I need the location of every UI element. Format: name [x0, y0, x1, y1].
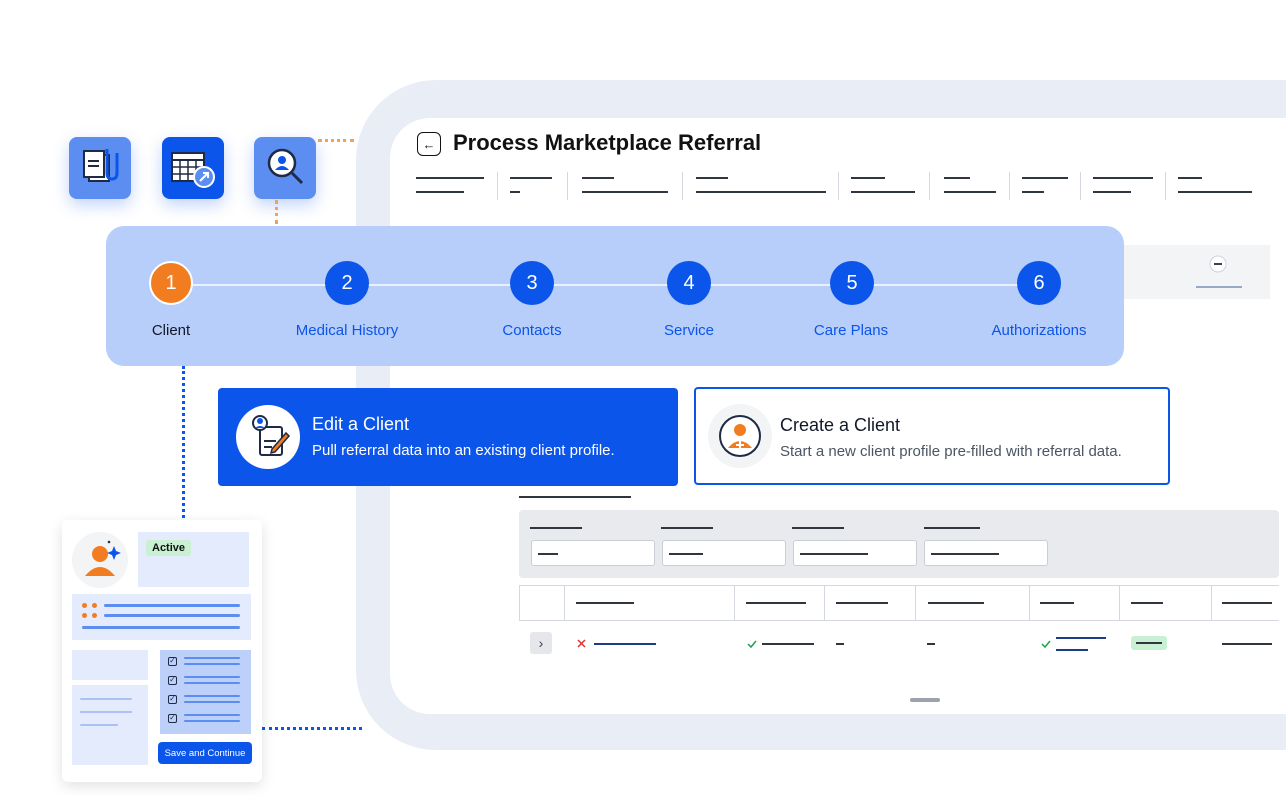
close-icon [577, 639, 586, 648]
filter-input-1[interactable] [531, 540, 655, 566]
step-3-circle[interactable]: 3 [510, 261, 554, 305]
form-field-block [72, 650, 148, 680]
text-line [104, 604, 240, 607]
step-4-circle[interactable]: 4 [667, 261, 711, 305]
new-client-icon [708, 404, 772, 468]
save-and-continue-button[interactable]: Save and Continue [158, 742, 252, 764]
search-person-icon [254, 137, 316, 199]
step-5-circle[interactable]: 5 [830, 261, 874, 305]
text-line [104, 614, 240, 617]
connector-dots [275, 200, 278, 224]
edit-client-title: Edit a Client [312, 414, 410, 434]
filter-input-4[interactable] [924, 540, 1048, 566]
calendar-share-icon [162, 137, 224, 199]
check-icon [747, 640, 757, 649]
contact-info-block [72, 594, 251, 640]
create-client-subtitle: Start a new client profile pre-filled wi… [780, 443, 1122, 460]
arrow-left-icon: ← [422, 136, 436, 152]
minus-circle-icon [1196, 255, 1242, 288]
home-indicator [910, 698, 940, 702]
attachments-icon [69, 137, 131, 199]
step-5-label[interactable]: Care Plans [814, 322, 888, 339]
edit-client-option[interactable]: Edit a Client Pull referral data into an… [218, 388, 678, 486]
step-4-label[interactable]: Service [664, 322, 714, 339]
step-1-circle[interactable]: 1 [149, 261, 193, 305]
stepper [106, 226, 1124, 366]
step-1-label[interactable]: Client [152, 322, 190, 339]
stepper-track [172, 284, 1038, 286]
create-client-option[interactable]: Create a Client Start a new client profi… [694, 387, 1170, 485]
step-2-circle[interactable]: 2 [325, 261, 369, 305]
step-6-circle[interactable]: 6 [1017, 261, 1061, 305]
create-client-title: Create a Client [780, 415, 901, 435]
edit-profile-icon [236, 405, 300, 469]
client-avatar-icon [72, 532, 128, 588]
step-3-label[interactable]: Contacts [502, 322, 561, 339]
checkbox-icon: ✓ [168, 675, 177, 685]
chevron-right-icon: › [538, 635, 544, 651]
expand-row-button[interactable]: › [530, 632, 552, 654]
checkbox-icon: ✓ [168, 656, 177, 666]
back-button[interactable]: ← [417, 132, 441, 156]
filter-input-3[interactable] [793, 540, 917, 566]
step-6-label[interactable]: Authorizations [991, 322, 1086, 339]
step-2-label[interactable]: Medical History [296, 322, 399, 339]
checkbox-icon: ✓ [168, 713, 177, 723]
section-heading-line [519, 496, 631, 498]
page-title: Process Marketplace Referral [453, 130, 762, 155]
form-notes-block [72, 685, 148, 765]
check-icon [1041, 640, 1051, 649]
connector-dots [318, 139, 354, 142]
text-line [82, 626, 240, 629]
connector-dots [262, 727, 362, 730]
status-badge-text [1136, 642, 1162, 644]
collapsed-section [1110, 245, 1270, 299]
connector-dots [182, 366, 185, 518]
edit-client-subtitle: Pull referral data into an existing clie… [312, 442, 615, 459]
checkbox-icon: ✓ [168, 694, 177, 704]
filter-input-2[interactable] [662, 540, 786, 566]
status-badge: Active [146, 540, 192, 556]
